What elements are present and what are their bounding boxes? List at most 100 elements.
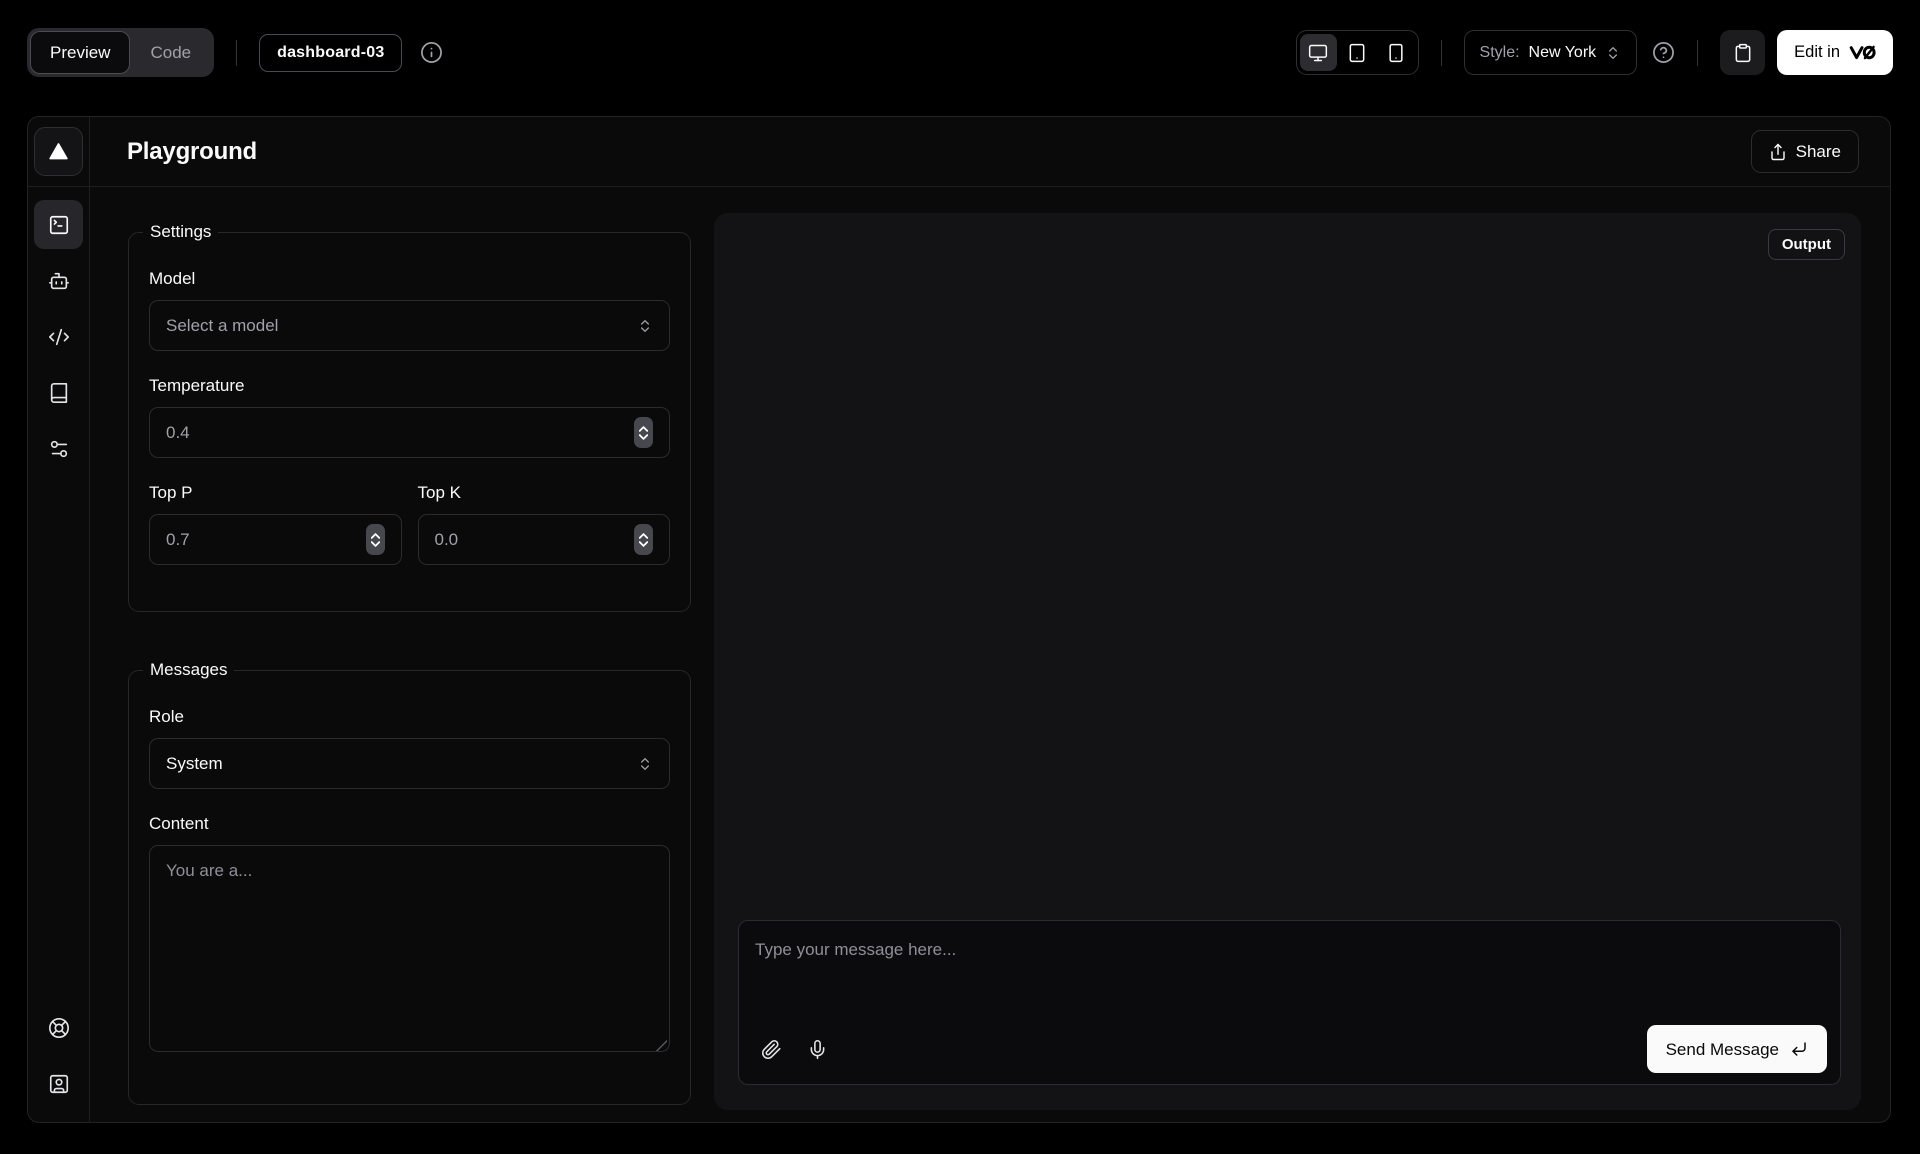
corner-down-left-icon bbox=[1790, 1040, 1808, 1058]
sidebar-nav bbox=[34, 187, 83, 473]
chevrons-up-down-icon bbox=[637, 756, 653, 772]
playground-app: Playground Share Settings Model Select a… bbox=[27, 116, 1891, 1123]
nav-playground-button[interactable] bbox=[34, 200, 83, 249]
copy-code-button[interactable] bbox=[1720, 30, 1765, 75]
home-logo-button[interactable] bbox=[34, 127, 83, 176]
chevron-down-icon bbox=[639, 541, 648, 547]
role-select[interactable]: System bbox=[149, 738, 670, 789]
square-terminal-icon bbox=[48, 214, 70, 236]
number-stepper[interactable] bbox=[634, 417, 653, 448]
triangle-logo-icon bbox=[48, 141, 69, 162]
top-k-input[interactable]: 0.0 bbox=[418, 514, 671, 565]
life-buoy-icon bbox=[48, 1017, 70, 1039]
view-mode-tabs: Preview Code bbox=[27, 28, 214, 77]
top-p-value: 0.7 bbox=[166, 530, 190, 550]
share-button-label: Share bbox=[1796, 143, 1841, 160]
nav-help-button[interactable] bbox=[34, 1003, 83, 1052]
output-panel: Output Send Message bbox=[714, 213, 1861, 1110]
temperature-label: Temperature bbox=[149, 376, 670, 396]
mic-icon bbox=[807, 1039, 828, 1060]
page-title: Playground bbox=[127, 138, 257, 166]
toolbar-separator bbox=[1697, 40, 1698, 66]
number-stepper[interactable] bbox=[366, 524, 385, 555]
temperature-value: 0.4 bbox=[166, 423, 190, 443]
content-field: Content bbox=[149, 814, 670, 1057]
chevron-up-icon bbox=[371, 533, 380, 539]
info-icon[interactable] bbox=[420, 41, 443, 64]
number-stepper[interactable] bbox=[634, 524, 653, 555]
temperature-input[interactable]: 0.4 bbox=[149, 407, 670, 458]
toolbar-right-cluster: Style: New York Edit in bbox=[1296, 30, 1893, 75]
nav-settings-button[interactable] bbox=[34, 424, 83, 473]
toolbar-separator bbox=[1441, 40, 1442, 66]
sidebar-logo-area bbox=[28, 117, 89, 187]
nav-documentation-button[interactable] bbox=[34, 368, 83, 417]
style-select-label: Style: bbox=[1480, 44, 1520, 62]
toolbar-separator bbox=[236, 40, 237, 66]
app-header: Playground Share bbox=[90, 117, 1890, 187]
top-p-input[interactable]: 0.7 bbox=[149, 514, 402, 565]
edit-in-v0-label: Edit in bbox=[1794, 44, 1840, 61]
temperature-field: Temperature 0.4 bbox=[149, 376, 670, 458]
help-icon[interactable] bbox=[1652, 41, 1675, 64]
app-sidebar bbox=[28, 117, 90, 1122]
top-k-field: Top K 0.0 bbox=[418, 483, 671, 565]
nav-api-button[interactable] bbox=[34, 312, 83, 361]
paperclip-icon bbox=[761, 1039, 782, 1060]
desktop-view-button[interactable] bbox=[1300, 34, 1337, 71]
messages-legend: Messages bbox=[143, 660, 234, 680]
clipboard-icon bbox=[1733, 43, 1753, 63]
top-p-field: Top P 0.7 bbox=[149, 483, 402, 565]
chevron-up-icon bbox=[639, 426, 648, 432]
use-microphone-button[interactable] bbox=[797, 1029, 837, 1069]
send-message-button[interactable]: Send Message bbox=[1647, 1025, 1827, 1073]
model-field: Model Select a model bbox=[149, 269, 670, 351]
sidebar-footer-nav bbox=[34, 1003, 83, 1122]
top-k-value: 0.0 bbox=[435, 530, 459, 550]
message-composer: Send Message bbox=[738, 920, 1841, 1085]
block-name-badge: dashboard-03 bbox=[259, 34, 402, 72]
share-button[interactable]: Share bbox=[1751, 130, 1859, 173]
share-icon bbox=[1769, 143, 1787, 161]
tab-preview[interactable]: Preview bbox=[31, 32, 129, 73]
mobile-view-button[interactable] bbox=[1378, 34, 1415, 71]
style-select[interactable]: Style: New York bbox=[1464, 30, 1638, 75]
role-field: Role System bbox=[149, 707, 670, 789]
top-k-label: Top K bbox=[418, 483, 671, 503]
top-p-label: Top P bbox=[149, 483, 402, 503]
app-main: Settings Model Select a model Temperatur… bbox=[90, 187, 1890, 1122]
chevrons-up-down-icon bbox=[1605, 45, 1621, 61]
nav-models-button[interactable] bbox=[34, 256, 83, 305]
top-p-top-k-row: Top P 0.7 Top K 0.0 bbox=[149, 483, 670, 565]
tablet-view-button[interactable] bbox=[1339, 34, 1376, 71]
model-label: Model bbox=[149, 269, 670, 289]
settings-legend: Settings bbox=[143, 222, 218, 242]
attach-file-button[interactable] bbox=[751, 1029, 791, 1069]
edit-in-v0-button[interactable]: Edit in bbox=[1777, 30, 1893, 75]
composer-toolbar: Send Message bbox=[751, 1025, 1827, 1073]
chevron-down-icon bbox=[639, 434, 648, 440]
model-select[interactable]: Select a model bbox=[149, 300, 670, 351]
v0-logo bbox=[1849, 44, 1876, 61]
output-badge: Output bbox=[1768, 229, 1845, 260]
nav-account-button[interactable] bbox=[34, 1059, 83, 1108]
model-select-placeholder: Select a model bbox=[166, 316, 278, 336]
settings-panel: Settings Model Select a model Temperatur… bbox=[128, 222, 691, 612]
send-message-label: Send Message bbox=[1666, 1041, 1779, 1058]
content-label: Content bbox=[149, 814, 670, 834]
tablet-icon bbox=[1347, 43, 1367, 63]
square-user-icon bbox=[48, 1073, 70, 1095]
message-input[interactable] bbox=[739, 921, 1840, 1011]
chevron-down-icon bbox=[371, 541, 380, 547]
style-select-value: New York bbox=[1529, 44, 1597, 62]
bot-icon bbox=[48, 270, 70, 292]
content-textarea[interactable] bbox=[149, 845, 670, 1052]
tab-code[interactable]: Code bbox=[131, 32, 210, 73]
role-label: Role bbox=[149, 707, 670, 727]
chevrons-up-down-icon bbox=[637, 318, 653, 334]
viewer-toolbar: Preview Code dashboard-03 Style: bbox=[0, 0, 1920, 105]
code-icon bbox=[48, 326, 70, 348]
book-icon bbox=[48, 382, 70, 404]
settings-sliders-icon bbox=[48, 438, 70, 460]
smartphone-icon bbox=[1386, 43, 1406, 63]
